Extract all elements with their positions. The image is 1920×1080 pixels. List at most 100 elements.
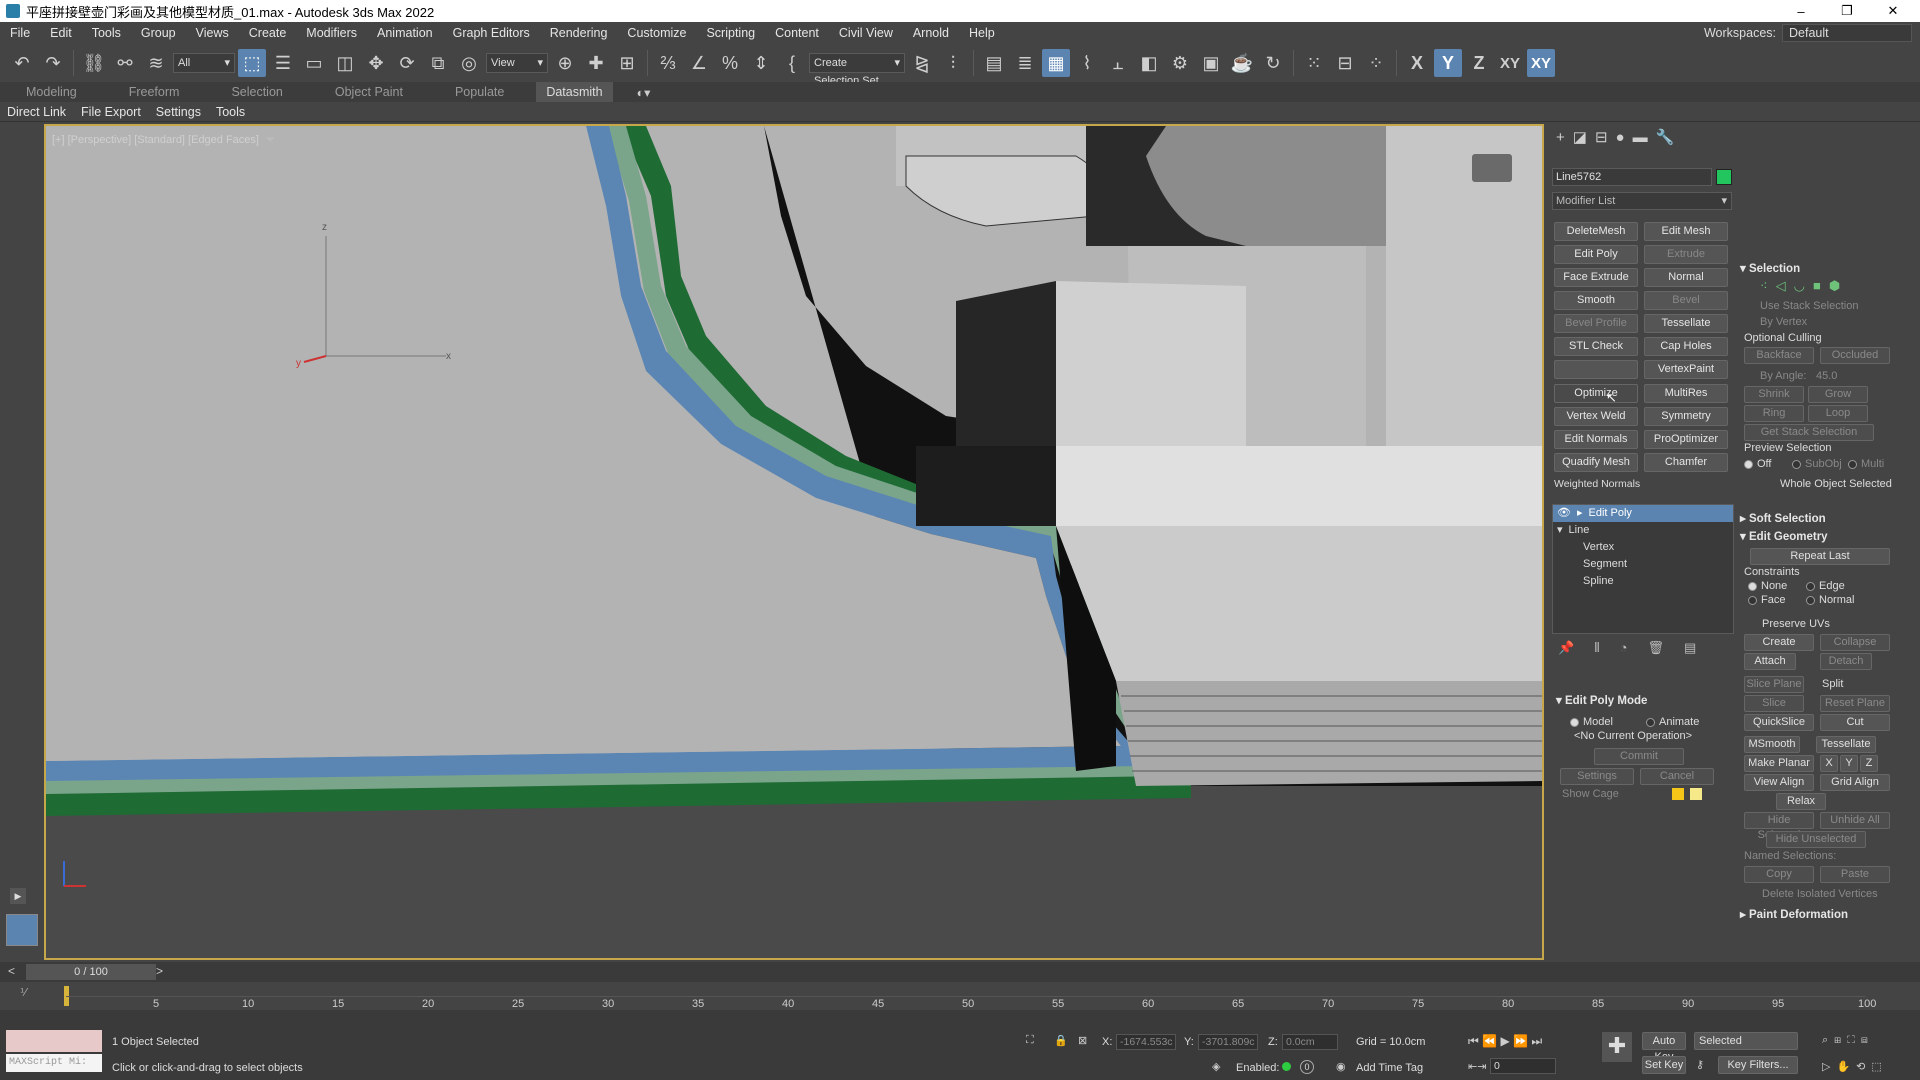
grid-align-button[interactable]: Grid Align [1820, 774, 1890, 791]
extrude-button[interactable]: Extrude [1644, 245, 1728, 264]
remove-modifier-icon[interactable]: 🗑 [1648, 640, 1665, 658]
maximize-viewport-icon[interactable]: ⬚ [1871, 1061, 1887, 1073]
view-align-button[interactable]: View Align [1744, 774, 1814, 791]
maxscript-mini-listener[interactable]: MAXScript Mi: [6, 1054, 102, 1072]
constraint-edge-radio[interactable]: Edge [1806, 580, 1845, 592]
ribbon-options-icon[interactable]: ◐▾ [637, 85, 651, 100]
collapse-arrow-icon[interactable]: ▾ [1557, 524, 1563, 536]
toggle-ribbon-icon[interactable]: ▦ [1042, 49, 1070, 77]
relax-button[interactable]: Relax [1776, 793, 1826, 810]
settings-button[interactable]: Settings [1560, 768, 1634, 785]
shrink-button[interactable]: Shrink [1744, 386, 1804, 403]
direct-link-button[interactable]: Direct Link [0, 105, 74, 119]
time-slider[interactable]: 0 / 100 [26, 964, 156, 980]
hide-unselected-button[interactable]: Hide Unselected [1766, 831, 1866, 848]
repeat-last-button[interactable]: Repeat Last [1750, 548, 1890, 565]
selection-rollout-header[interactable]: ▾ Selection [1740, 260, 1800, 278]
attach-button[interactable]: Attach [1744, 653, 1796, 670]
render-setup-icon[interactable]: ⚙ [1166, 49, 1194, 77]
zoom-extents-all-icon[interactable]: ⧈ [1861, 1034, 1874, 1046]
create-selection-set-dropdown[interactable]: Create Selection Set ▾ [809, 53, 905, 87]
tab-populate[interactable]: Populate [429, 82, 530, 102]
measure-icon[interactable]: ⊟ [1331, 49, 1359, 77]
polygon-level-icon[interactable]: ■ [1813, 278, 1821, 294]
hide-selected-button[interactable]: Hide Selected [1744, 812, 1814, 841]
ring-button[interactable]: Ring [1744, 405, 1804, 422]
expand-arrow-icon[interactable]: ▶ [10, 888, 26, 904]
edit-normals-button[interactable]: Edit Normals [1554, 430, 1638, 449]
set-key-button[interactable]: Set Key [1642, 1056, 1686, 1074]
copy-button[interactable]: Copy [1744, 866, 1814, 883]
undo-icon[interactable]: ↶ [8, 49, 36, 77]
cut-button[interactable]: Cut [1820, 714, 1890, 731]
maxscript-listener-pink[interactable] [6, 1030, 102, 1052]
tab-datasmith[interactable]: Datasmith [536, 82, 613, 102]
rectangular-selection-icon[interactable]: ▭ [300, 49, 328, 77]
make-planar-button[interactable]: Make Planar [1744, 755, 1814, 772]
weighted-normals-button[interactable]: Weighted Normals [1554, 478, 1640, 490]
menu-customize[interactable]: Customize [617, 22, 696, 44]
constraint-normal-radio[interactable]: Normal [1806, 594, 1854, 606]
tab-object-paint[interactable]: Object Paint [309, 82, 429, 102]
menu-views[interactable]: Views [186, 22, 239, 44]
menu-content[interactable]: Content [765, 22, 829, 44]
tab-selection[interactable]: Selection [205, 82, 308, 102]
x-coord-field[interactable]: -1674.553c [1116, 1034, 1176, 1050]
modifier-list-dropdown[interactable]: Modifier List [1552, 192, 1732, 210]
preview-subobj-radio[interactable]: SubObj [1792, 458, 1842, 470]
edit-mesh-button[interactable]: Edit Mesh [1644, 222, 1728, 241]
detach-button[interactable]: Detach [1820, 653, 1872, 670]
axis-xy-cycle-button[interactable]: XY [1527, 49, 1555, 77]
deletemesh-button[interactable]: DeleteMesh [1554, 222, 1638, 241]
stack-item-edit-poly[interactable]: 👁 ▸ Edit Poly [1553, 505, 1733, 522]
use-stack-selection-checkbox[interactable]: Use Stack Selection [1760, 300, 1858, 312]
backface-button[interactable]: Backface [1744, 347, 1814, 364]
paste-button[interactable]: Paste [1820, 866, 1890, 883]
selected-cage-color-swatch[interactable] [1690, 788, 1702, 800]
menu-edit[interactable]: Edit [40, 22, 82, 44]
menu-animation[interactable]: Animation [367, 22, 443, 44]
modify-tab-icon[interactable]: ◪ [1573, 128, 1587, 146]
enabled-indicator[interactable] [1282, 1062, 1291, 1071]
menu-create[interactable]: Create [239, 22, 297, 44]
axis-x-button[interactable]: X [1403, 49, 1431, 77]
create-tab-icon[interactable]: + [1556, 129, 1565, 146]
zoom-icon[interactable]: ⌕ [1822, 1034, 1834, 1046]
reset-plane-button[interactable]: Reset Plane [1820, 695, 1890, 712]
go-to-end-icon[interactable]: ⏭ [1531, 1034, 1542, 1048]
perspective-viewport[interactable]: z x y [+] [Perspective] [Standard] [Edge… [44, 124, 1544, 960]
render-iterative-icon[interactable]: ↻ [1259, 49, 1287, 77]
hierarchy-tab-icon[interactable]: ⊟ [1595, 128, 1608, 146]
delete-isolated-checkbox[interactable]: Delete Isolated Vertices [1762, 888, 1878, 900]
next-key-icon[interactable]: ⏩ [1513, 1034, 1528, 1048]
key-filters-button[interactable]: Key Filters... [1718, 1056, 1798, 1074]
menu-graph-editors[interactable]: Graph Editors [443, 22, 540, 44]
unhide-all-button[interactable]: Unhide All [1820, 812, 1890, 829]
go-to-start-icon[interactable]: ⏮ [1468, 1034, 1479, 1048]
curve-editor-icon[interactable]: ⌇ [1073, 49, 1101, 77]
tessellate-geom-button[interactable]: Tessellate [1816, 736, 1876, 753]
time-tag-icon[interactable]: ◉ [1336, 1060, 1346, 1073]
axis-z-button[interactable]: Z [1465, 49, 1493, 77]
selection-filter-dropdown[interactable]: All ▾ [173, 53, 235, 73]
tab-modeling[interactable]: Modeling [0, 82, 103, 102]
edit-geometry-rollout-header[interactable]: ▾ Edit Geometry [1740, 528, 1828, 546]
paint-deformation-rollout-header[interactable]: ▸ Paint Deformation [1740, 906, 1848, 924]
grid-snap-icon[interactable]: ⁙ [1300, 49, 1328, 77]
mirror-icon[interactable]: ⧎ [908, 49, 936, 77]
viewport-label[interactable]: [+] [Perspective] [Standard] [Edged Face… [52, 132, 275, 148]
object-name-field[interactable]: Line5762 [1552, 168, 1712, 186]
symmetry-button[interactable]: Symmetry [1644, 407, 1728, 426]
window-crossing-icon[interactable]: ◫ [331, 49, 359, 77]
menu-file[interactable]: File [0, 22, 40, 44]
cancel-button[interactable]: Cancel [1640, 768, 1714, 785]
edit-poly-mode-header[interactable]: ▾ Edit Poly Mode [1556, 692, 1647, 710]
collapse-button[interactable]: Collapse [1820, 634, 1890, 651]
select-by-name-icon[interactable]: ☰ [269, 49, 297, 77]
element-level-icon[interactable]: ⬢ [1829, 278, 1840, 294]
optimize-button[interactable]: Optimize [1554, 384, 1638, 403]
object-color-swatch[interactable] [1716, 169, 1732, 185]
planar-z-button[interactable]: Z [1860, 755, 1878, 772]
place-icon[interactable]: ◎ [455, 49, 483, 77]
stack-item-spline[interactable]: Spline [1553, 573, 1733, 590]
